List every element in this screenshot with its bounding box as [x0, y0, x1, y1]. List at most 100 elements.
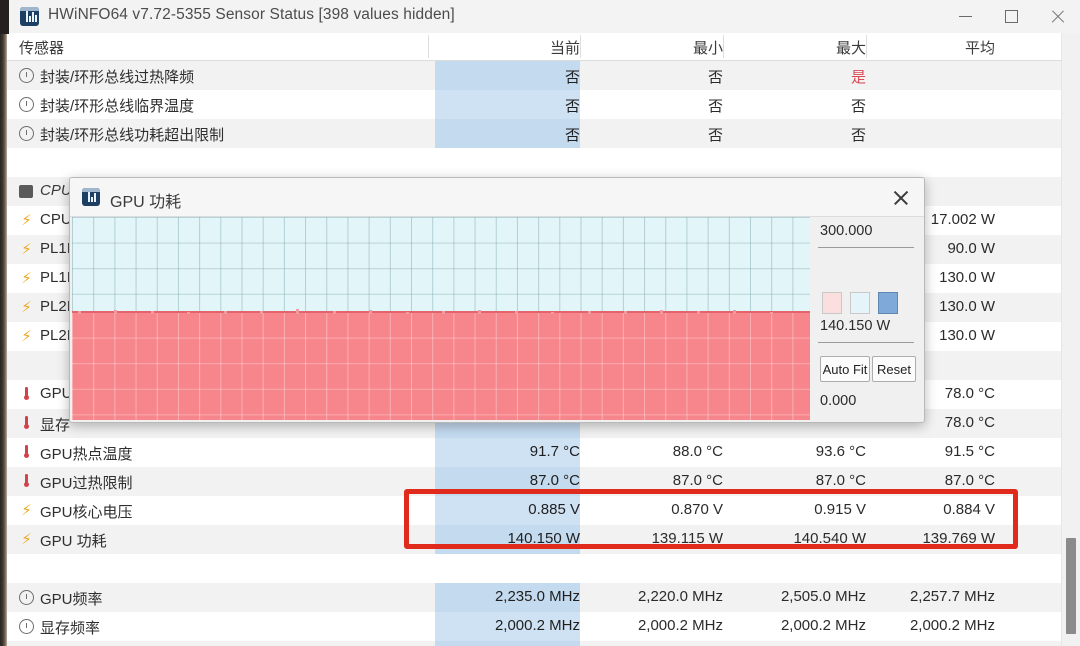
cell-current: 否 [564, 69, 580, 86]
close-button[interactable] [1034, 0, 1080, 33]
current-value-readout: 140.150 W [820, 318, 891, 334]
table-row[interactable]: GPU过热限制 87.0 °C 87.0 °C 87.0 °C 87.0 °C [7, 467, 1062, 496]
column-header-current[interactable]: 当前 [435, 37, 580, 58]
hwinfo-sensor-status-window: HWiNFO64 v7.72-5355 Sensor Status [398 v… [0, 0, 1080, 646]
table-row[interactable]: GPU频率 2,235.0 MHz 2,220.0 MHz 2,505.0 MHz 2,… [7, 583, 1062, 612]
cell-current: 91.7 °C [529, 443, 580, 460]
thermometer-icon [19, 387, 34, 402]
desktop-edge [0, 0, 7, 646]
auto-fit-button[interactable]: Auto Fit [820, 356, 870, 382]
sensor-name: CPU [40, 211, 72, 228]
table-row[interactable]: GPU视频频率1,980.0 MHz1,965.0 MHz2,145.0 MHz… [7, 641, 1062, 646]
sensor-name: GPU过热限制 [40, 475, 133, 492]
cell-average: 2,000.2 MHz [909, 617, 995, 634]
cell-minimum: 139.115 W [651, 530, 723, 547]
cell-minimum: 否 [707, 127, 723, 144]
cell-current: 87.0 °C [529, 472, 580, 489]
cell-maximum: 否 [850, 98, 866, 115]
table-row[interactable]: GPU 功耗 140.150 W 139.115 W 140.540 W 139.769… [7, 525, 1062, 554]
cell-average: 2,257.7 MHz [909, 588, 995, 605]
sensor-name: PL2I [40, 298, 71, 315]
popup-titlebar: GPU 功耗 [70, 178, 924, 217]
clock-icon [19, 126, 34, 141]
gpu-power-graph-window: GPU 功耗 300.000 140.150 W Auto Fit Reset … [69, 177, 925, 423]
column-header-sensor[interactable]: 传感器 [19, 37, 64, 58]
cell-maximum: 87.0 °C [815, 472, 866, 489]
cell-maximum: 2,505.0 MHz [780, 588, 866, 605]
sensor-name: GPU频率 [40, 591, 103, 608]
vertical-scrollbar[interactable] [1061, 33, 1080, 646]
table-row[interactable]: 封装/环形总线过热降频 否 否 是 [7, 61, 1062, 90]
bolt-icon [19, 300, 34, 315]
sensor-name: GPU 功耗 [40, 533, 107, 550]
clock-icon [19, 619, 34, 634]
cell-maximum: 0.915 V [814, 501, 866, 518]
cell-maximum: 93.6 °C [815, 443, 866, 460]
color-swatch-2[interactable] [850, 292, 870, 314]
scale-max-value[interactable]: 300.000 [820, 223, 872, 239]
cell-minimum: 否 [707, 69, 723, 86]
column-header-maximum[interactable]: 最大 [730, 37, 866, 58]
cell-current: 140.150 W [507, 530, 580, 547]
sensor-name: PL2I [40, 327, 71, 344]
sensor-name: CPU [40, 182, 72, 199]
color-swatch-3[interactable] [878, 292, 898, 314]
cell-minimum: 2,000.2 MHz [637, 617, 723, 634]
cell-current: 2,000.2 MHz [494, 617, 580, 634]
close-icon[interactable] [888, 186, 914, 210]
cell-average: 139.769 W [922, 530, 995, 547]
vertical-scrollbar-thumb[interactable] [1066, 538, 1076, 634]
table-row[interactable]: GPU热点温度 91.7 °C 88.0 °C 93.6 °C 91.5 °C [7, 438, 1062, 467]
window-title: HWiNFO64 v7.72-5355 Sensor Status [398 v… [48, 6, 455, 23]
clock-icon [19, 97, 34, 112]
minimize-button[interactable] [942, 0, 988, 33]
scale-min-value[interactable]: 0.000 [820, 393, 856, 409]
bolt-icon [19, 213, 34, 228]
chip-icon [19, 185, 33, 198]
graph-controls-panel: 300.000 140.150 W Auto Fit Reset 0.000 [814, 217, 922, 420]
window-titlebar: HWiNFO64 v7.72-5355 Sensor Status [398 v… [7, 0, 1080, 34]
cell-maximum: 140.540 W [793, 530, 866, 547]
column-header-minimum[interactable]: 最小 [587, 37, 723, 58]
sensor-name: PL1I [40, 240, 71, 257]
table-row[interactable]: 封装/环形总线功耗超出限制 否 否 否 [7, 119, 1062, 148]
clock-icon [19, 590, 34, 605]
table-row[interactable]: GPU核心电压 0.885 V 0.870 V 0.915 V 0.884 V [7, 496, 1062, 525]
bolt-icon [19, 503, 34, 518]
cell-maximum: 是 [850, 69, 866, 86]
bolt-icon [19, 242, 34, 257]
sensor-name: 显存 [40, 417, 71, 434]
thermometer-icon [19, 445, 34, 460]
sensor-name: PL1I [40, 269, 71, 286]
cell-minimum: 87.0 °C [672, 472, 723, 489]
popup-title: GPU 功耗 [110, 194, 182, 211]
table-row[interactable]: 封装/环形总线临界温度 否 否 否 [7, 90, 1062, 119]
thermometer-icon [19, 474, 34, 489]
column-header-average[interactable]: 平均 [873, 37, 995, 58]
desktop-edge-corner [0, 0, 9, 34]
table-row-spacer [7, 148, 1062, 177]
cell-current: 否 [564, 98, 580, 115]
cell-current: 2,235.0 MHz [494, 588, 580, 605]
reset-button[interactable]: Reset [872, 356, 916, 382]
color-swatch-1[interactable] [822, 292, 842, 314]
cell-average: 91.5 °C [944, 443, 995, 460]
cell-maximum: 否 [850, 127, 866, 144]
sensor-name: GPU [40, 385, 73, 402]
sensor-name: GPU热点温度 [40, 446, 133, 463]
bolt-icon [19, 329, 34, 344]
maximize-button[interactable] [988, 0, 1034, 33]
cell-minimum: 0.870 V [671, 501, 723, 518]
cell-current: 0.885 V [528, 501, 580, 518]
cell-minimum: 否 [707, 98, 723, 115]
hwinfo-icon [20, 7, 39, 26]
bolt-icon [19, 271, 34, 286]
cell-minimum: 2,220.0 MHz [637, 588, 723, 605]
cell-current: 否 [564, 127, 580, 144]
clock-icon [19, 68, 34, 83]
cell-average: 0.884 V [943, 501, 995, 518]
table-row[interactable]: 显存频率 2,000.2 MHz 2,000.2 MHz 2,000.2 MHz 2,0… [7, 612, 1062, 641]
thermometer-icon [19, 416, 34, 431]
table-header-row: 传感器 当前 最小 最大 平均 [7, 33, 1062, 61]
power-graph-plot [72, 217, 810, 420]
